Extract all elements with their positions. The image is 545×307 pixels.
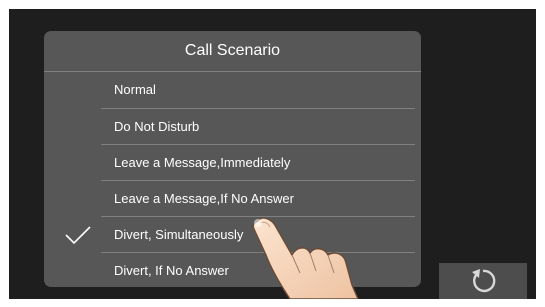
option-label: Divert, Simultaneously — [114, 227, 244, 242]
option-label: Leave a Message,If No Answer — [114, 191, 294, 206]
refresh-back-icon — [472, 269, 496, 293]
hand-pointer-icon — [252, 217, 359, 299]
option-leave-message-immediately[interactable]: Leave a Message,Immediately — [44, 145, 421, 180]
option-normal[interactable]: Normal — [44, 72, 421, 107]
option-label: Normal — [114, 82, 156, 97]
option-leave-message-no-answer[interactable]: Leave a Message,If No Answer — [44, 181, 421, 216]
option-label: Leave a Message,Immediately — [114, 155, 291, 170]
checkmark-icon — [65, 226, 91, 245]
dialog-title: Call Scenario — [184, 42, 281, 59]
option-do-not-disturb[interactable]: Do Not Disturb — [44, 109, 421, 144]
device-frame: Call Scenario Normal Do Not Disturb Leav… — [0, 0, 545, 307]
option-label: Do Not Disturb — [114, 119, 200, 134]
option-label: Divert, If No Answer — [114, 263, 229, 278]
back-button[interactable] — [439, 263, 527, 299]
